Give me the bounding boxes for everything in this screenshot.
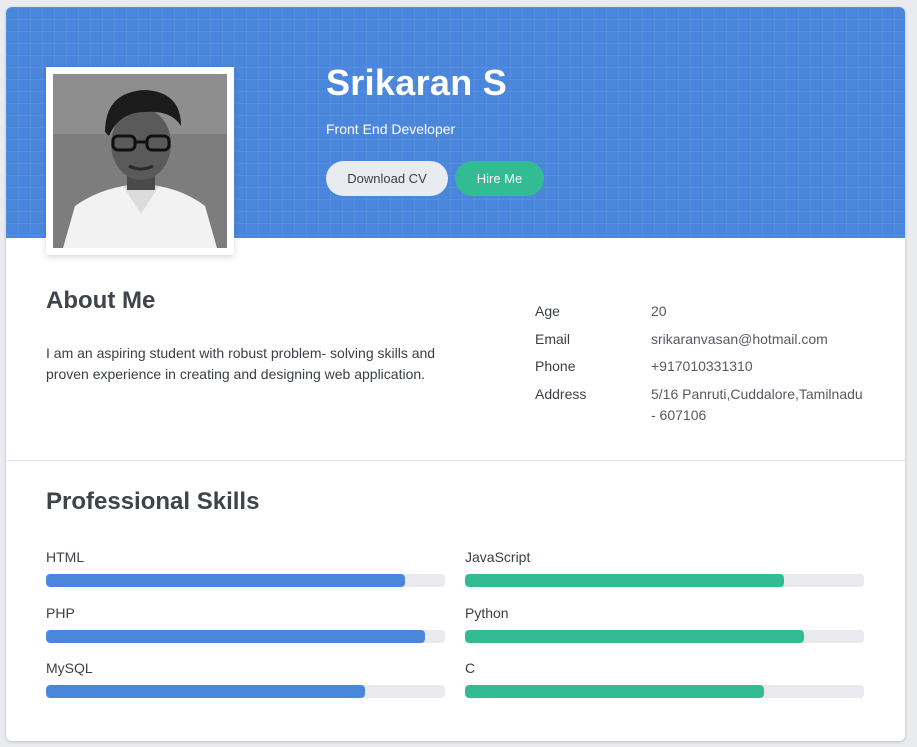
- personal-info: Age 20 Email srikaranvasan@hotmail.com P…: [535, 301, 870, 432]
- info-key: Email: [535, 330, 571, 347]
- skill-name: HTML: [46, 549, 85, 565]
- profile-name: Srikaran S: [326, 62, 508, 103]
- profile-photo-frame: [46, 67, 234, 255]
- about-text: I am an aspiring student with robust pro…: [46, 345, 436, 382]
- info-key: Address: [535, 385, 587, 402]
- info-row-email: Email srikaranvasan@hotmail.com: [535, 329, 870, 350]
- info-key: Age: [535, 303, 560, 319]
- skill-name: C: [465, 660, 476, 676]
- skill-progress-track: [46, 574, 445, 587]
- skill-progress-track: [465, 630, 864, 643]
- profile-photo: [53, 74, 227, 248]
- skill-progress-track: [465, 574, 864, 587]
- skill-item: C: [465, 659, 864, 698]
- skill-progress-fill: [46, 574, 406, 587]
- skill-progress-fill: [465, 685, 765, 698]
- skill-progress-track: [46, 630, 445, 643]
- info-value: +917010331310: [651, 358, 753, 374]
- skill-item: PHP: [46, 604, 445, 643]
- info-key: Phone: [535, 358, 576, 374]
- skill-item: HTML: [46, 548, 445, 587]
- skill-item: JavaScript: [465, 548, 864, 587]
- hire-me-button[interactable]: Hire Me: [455, 161, 544, 196]
- skill-name: PHP: [46, 605, 75, 621]
- skill-name: JavaScript: [465, 549, 531, 565]
- skill-progress-fill: [46, 630, 426, 643]
- skill-name: Python: [465, 605, 509, 621]
- resume-card: Srikaran S Front End Developer Download …: [6, 7, 905, 741]
- skill-progress-fill: [465, 574, 785, 587]
- info-value: 20: [651, 303, 667, 319]
- info-value: 5/16 Panruti,Cuddalore,Tamilnadu - 60710…: [651, 385, 863, 423]
- about-title: About Me: [46, 287, 156, 314]
- skill-progress-track: [465, 685, 864, 698]
- skill-progress-fill: [465, 630, 805, 643]
- section-divider: [6, 460, 905, 461]
- skill-item: Python: [465, 604, 864, 643]
- skill-progress-track: [46, 685, 445, 698]
- download-cv-button[interactable]: Download CV: [326, 161, 448, 196]
- skill-progress-fill: [46, 685, 366, 698]
- profile-role: Front End Developer: [326, 121, 456, 137]
- info-row-phone: Phone +917010331310: [535, 356, 870, 377]
- info-row-address: Address 5/16 Panruti,Cuddalore,Tamilnadu…: [535, 384, 870, 426]
- skill-item: MySQL: [46, 659, 445, 698]
- person-photo-icon: [53, 74, 227, 248]
- info-row-age: Age 20: [535, 301, 870, 322]
- info-value: srikaranvasan@hotmail.com: [651, 330, 828, 347]
- skills-title: Professional Skills: [46, 488, 260, 515]
- skill-name: MySQL: [46, 660, 93, 676]
